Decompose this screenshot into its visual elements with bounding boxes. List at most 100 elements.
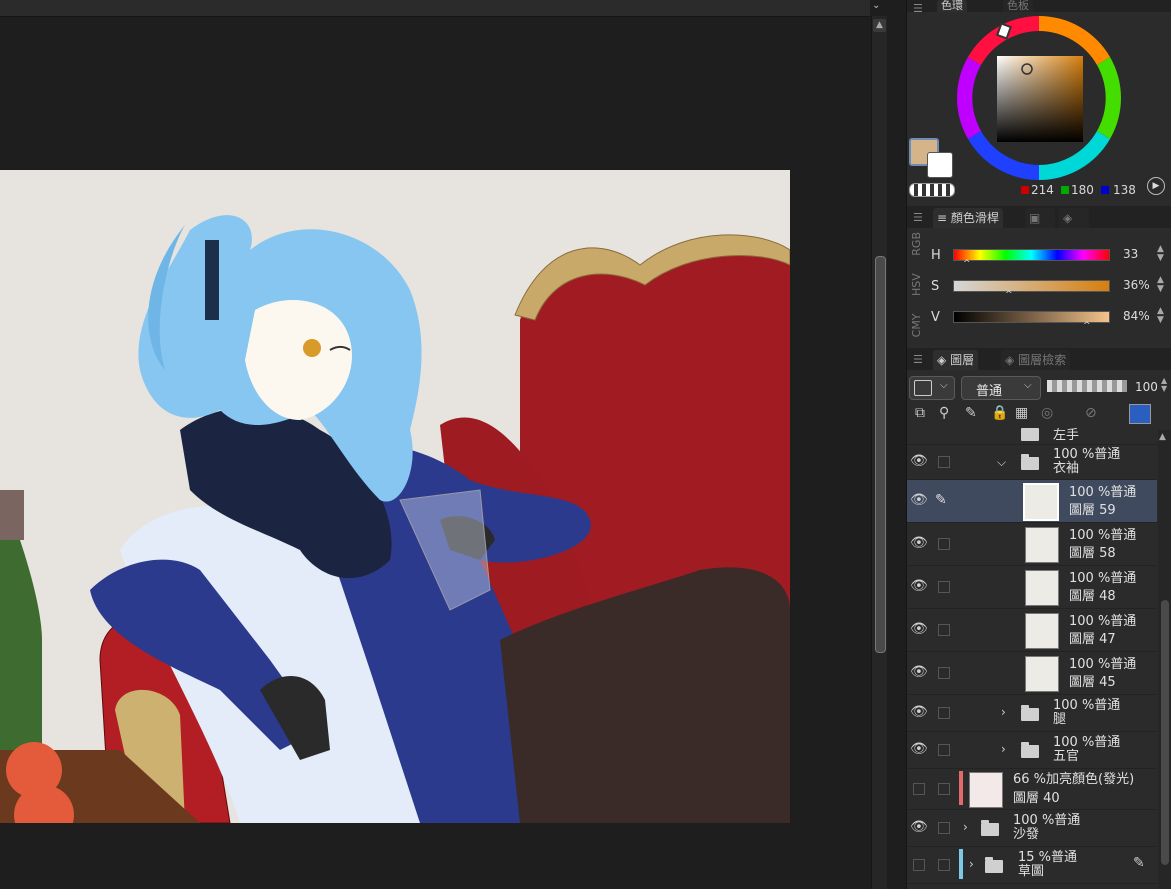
tab-color-slider[interactable]: ≡ 顏色滑桿 [933, 208, 1003, 228]
caret-icon[interactable]: ^ [1005, 290, 1013, 300]
slider-value[interactable]: 36% [1123, 278, 1150, 292]
transparent-color-toggle[interactable] [909, 183, 955, 197]
chevron-right-icon[interactable]: › [969, 857, 974, 871]
pen-icon[interactable]: ✎ [935, 492, 947, 508]
layer-checkbox[interactable] [938, 822, 950, 834]
visibility-checkbox[interactable] [913, 859, 925, 871]
chevron-right-icon[interactable]: › [963, 820, 968, 834]
layer-row[interactable]: 👁 › 100 %普通 五官 [907, 732, 1157, 769]
visibility-checkbox[interactable] [913, 783, 925, 795]
tab-layer[interactable]: ◈ 圖層 [933, 350, 979, 370]
tab-other-1[interactable]: ▣ [1025, 208, 1055, 228]
hue-bar[interactable] [953, 249, 1110, 261]
chevron-right-icon[interactable]: › [1001, 705, 1006, 719]
play-icon[interactable]: ▶ [1147, 177, 1165, 195]
eye-icon[interactable]: 👁 [910, 664, 928, 680]
layer-mode: 100 %普通 [1069, 528, 1137, 543]
canvas-vertical-scrollbar[interactable]: ▲ [871, 16, 887, 889]
lock-transparency-icon[interactable]: ▦ [1015, 405, 1028, 421]
scrollbar-thumb[interactable] [1161, 600, 1169, 865]
clip-icon[interactable]: ⧉ [915, 405, 925, 421]
slider-h[interactable]: H ^ 33 ▲ ▼ [931, 245, 1171, 270]
layer-checkbox[interactable] [938, 456, 950, 468]
layer-row[interactable]: › 15 %普通 草圖 ✎ [907, 847, 1157, 884]
reference-icon[interactable]: ⚲ [939, 405, 949, 421]
layer-color-swatch[interactable] [1129, 404, 1151, 424]
chevron-down-icon[interactable]: ⌵ [997, 455, 1006, 470]
layer-row[interactable]: 👁 100 %普通 圖層 48 [907, 566, 1157, 609]
sub-color-swatch[interactable] [927, 152, 953, 178]
opacity-value[interactable]: 100 [1135, 380, 1158, 394]
layer-row[interactable]: 左手 [907, 428, 1157, 445]
lock-icon[interactable]: 🔒 [991, 405, 1008, 421]
tab-cmy[interactable]: CMY [910, 313, 923, 337]
layer-checkbox[interactable] [938, 667, 950, 679]
opacity-slider[interactable] [1047, 380, 1127, 392]
eye-icon[interactable]: 👁 [910, 704, 928, 720]
tab-color-wheel[interactable]: 色環 [937, 0, 967, 12]
slider-v[interactable]: V ^ 84% ▲ ▼ [931, 307, 1171, 332]
eye-icon[interactable]: 👁 [910, 819, 928, 835]
spin-icon[interactable]: ▲ ▼ [1161, 377, 1167, 393]
scroll-up-icon[interactable]: ▲ [1159, 432, 1166, 442]
menu-icon[interactable]: ☰ [913, 353, 923, 366]
mask-icon[interactable]: ◎ [1041, 405, 1053, 421]
caret-icon[interactable]: ^ [963, 259, 971, 269]
layer-row-selected[interactable]: 👁 ✎ 100 %普通 圖層 59 [907, 480, 1157, 523]
eye-icon[interactable]: 👁 [910, 492, 928, 508]
saturation-bar[interactable] [953, 280, 1110, 292]
tab-other-2[interactable]: ◈ [1059, 208, 1089, 228]
artwork-canvas[interactable] [0, 170, 790, 823]
color-mode-tabs[interactable]: CMY HSV RGB [910, 232, 926, 337]
layer-checkbox[interactable] [938, 581, 950, 593]
layer-scrollbar[interactable]: ▲ [1158, 430, 1171, 889]
tab-layer-search[interactable]: ◈ 圖層檢索 [1001, 350, 1071, 370]
layer-checkbox[interactable] [938, 859, 950, 871]
slider-value[interactable]: 84% [1123, 309, 1150, 323]
blend-mode-select[interactable]: 普通 ⌵ [961, 376, 1041, 400]
tab-hsv[interactable]: HSV [910, 273, 923, 296]
spin-icon[interactable]: ▲ ▼ [1157, 307, 1164, 325]
tab-rgb[interactable]: RGB [910, 232, 923, 256]
layer-name: 沙發 [1013, 827, 1040, 842]
layer-thumbnail [1025, 656, 1059, 692]
scroll-up-icon[interactable]: ▲ [873, 19, 886, 32]
scrollbar-thumb[interactable] [875, 256, 886, 653]
layer-checkbox[interactable] [938, 624, 950, 636]
eye-icon[interactable]: 👁 [910, 535, 928, 551]
slider-value[interactable]: 33 [1123, 247, 1138, 261]
eye-icon[interactable]: 👁 [910, 578, 928, 594]
caret-icon[interactable]: ^ [1083, 321, 1091, 331]
spin-icon[interactable]: ▲ ▼ [1157, 245, 1164, 263]
menu-icon[interactable]: ☰ [913, 211, 923, 224]
ruler-icon[interactable]: ⊘ [1085, 405, 1097, 421]
canvas-area[interactable] [0, 0, 870, 889]
layer-checkbox[interactable] [938, 744, 950, 756]
spin-icon[interactable]: ▲ ▼ [1157, 276, 1164, 294]
eye-icon[interactable]: 👁 [910, 741, 928, 757]
layer-checkbox[interactable] [938, 783, 950, 795]
canvas-top-bar [0, 0, 870, 17]
layer-row[interactable]: 👁 100 %普通 圖層 58 [907, 523, 1157, 566]
chevron-right-icon[interactable]: › [1001, 742, 1006, 756]
tab-color-set[interactable]: 色板 [1003, 0, 1033, 12]
layer-row[interactable]: 66 %加亮顏色(發光) 圖層 40 [907, 769, 1157, 810]
layer-color-dropdown[interactable]: ⌵ [909, 376, 955, 400]
layer-row[interactable]: 👁 › 100 %普通 腿 [907, 695, 1157, 732]
layer-row[interactable]: 👁 100 %普通 圖層 45 [907, 652, 1157, 695]
chevron-down-icon: ⌵ [1024, 380, 1032, 391]
layer-checkbox[interactable] [938, 538, 950, 550]
layer-row[interactable]: 👁 ⌵ 100 %普通 衣袖 [907, 445, 1157, 480]
eye-icon[interactable]: 👁 [910, 621, 928, 637]
draft-icon[interactable]: ✎ [965, 405, 977, 421]
layer-row[interactable]: 👁 › 100 %普通 沙發 [907, 810, 1157, 847]
chevron-down-icon[interactable]: ⌄ [872, 0, 880, 11]
layer-checkbox[interactable] [938, 707, 950, 719]
layer-name: 圖層 47 [1069, 632, 1116, 647]
slider-s[interactable]: S ^ 36% ▲ ▼ [931, 276, 1171, 301]
slider-label: H [931, 248, 941, 263]
layer-row[interactable]: 👁 100 %普通 圖層 47 [907, 609, 1157, 652]
color-wheel[interactable] [955, 12, 1125, 184]
menu-icon[interactable]: ☰ [913, 2, 923, 15]
eye-icon[interactable]: 👁 [910, 453, 928, 469]
